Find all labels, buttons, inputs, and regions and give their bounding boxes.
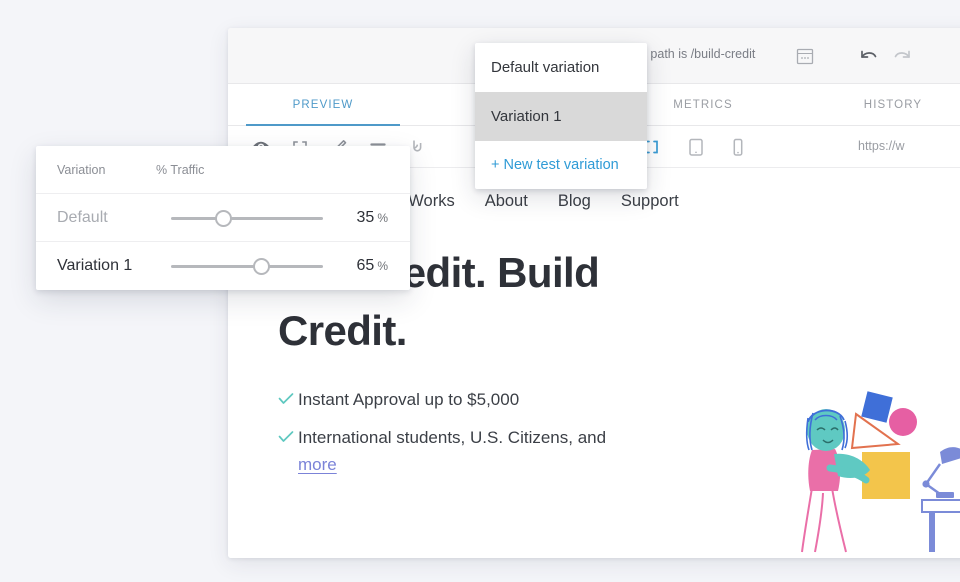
url-path-label: rl path is /build-credit [640,47,756,61]
column-header-variation: Variation [57,162,106,177]
slider-track [171,265,323,268]
traffic-split-panel: Variation % Traffic Default 35% Variatio… [36,146,410,290]
list-item: Instant Approval up to $5,000 [278,386,698,413]
person-with-shapes-illustration [790,388,960,558]
redo-icon[interactable] [891,46,913,73]
undo-icon[interactable] [858,46,880,73]
calendar-icon[interactable] [794,45,816,72]
percent-symbol: % [377,210,388,225]
traffic-table-header: Variation % Traffic [36,146,410,194]
variation-dropdown-menu: Default variation Variation 1 + New test… [475,43,647,189]
screenshot-root: rl path is /build-credit PREVIEW METRICS… [0,0,960,582]
tablet-icon[interactable] [685,136,707,163]
variation-name: Variation 1 [57,257,133,274]
column-header-percent-traffic: % Traffic [156,162,205,177]
nav-item-support[interactable]: Support [621,192,679,211]
feature-bullet-list: Instant Approval up to $5,000 Internatio… [278,386,698,489]
slider-track [171,216,323,220]
tab-preview[interactable]: PREVIEW [228,84,418,126]
bullet-text: International students, U.S. Citizens, a… [298,428,607,447]
table-row: Default 35% [36,194,410,242]
bullet-text: Instant Approval up to $5,000 [298,390,520,409]
traffic-value: 35% [323,209,410,227]
percent-symbol: % [377,259,388,273]
dropdown-item-label: Variation 1 [491,108,562,125]
table-row: Variation 1 65% [36,242,410,290]
variation-name: Default [57,208,108,226]
check-icon [278,430,298,449]
tab-preview-label: PREVIEW [292,98,354,111]
traffic-slider-variation-1[interactable] [171,254,323,278]
nav-item-about[interactable]: About [485,192,528,211]
tab-history[interactable]: HISTORY [798,84,960,126]
tab-metrics-label: METRICS [673,98,733,111]
traffic-slider-default[interactable] [171,206,323,230]
mobile-icon[interactable] [727,136,749,163]
dropdown-item-new-test-variation[interactable]: + New test variation [475,141,647,189]
dropdown-item-label: + New test variation [491,157,619,173]
preview-url-field[interactable]: https://w [858,139,960,153]
nav-item-blog[interactable]: Blog [558,192,591,211]
traffic-percent-number: 35 [356,208,375,226]
traffic-percent-number: 65 [356,257,375,274]
list-item: International students, U.S. Citizens, a… [278,424,698,478]
traffic-value: 65% [323,257,410,275]
slider-thumb[interactable] [215,209,232,227]
dropdown-item-variation-1[interactable]: Variation 1 [475,92,647,141]
dropdown-item-label: Default variation [491,59,600,76]
tab-history-label: HISTORY [863,98,923,111]
slider-thumb[interactable] [253,258,270,275]
more-link[interactable]: more [298,455,337,474]
check-icon [278,392,298,411]
dropdown-item-default-variation[interactable]: Default variation [475,43,647,92]
